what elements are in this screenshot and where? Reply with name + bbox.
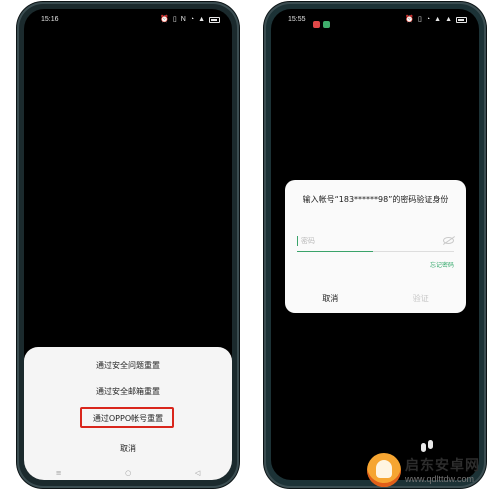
status-time: 15:16 (41, 16, 59, 23)
reset-by-security-email[interactable]: 通过安全邮箱重置 (24, 386, 232, 397)
red-app-notification-icon (313, 21, 320, 28)
alarm-icon: ⏰ (405, 16, 415, 23)
status-bar: 15:16 ⏰ ▯ N ◔ ▲ (24, 9, 232, 31)
reset-by-security-question[interactable]: 通过安全问题重置 (24, 360, 232, 371)
status-icons: ⏰ ▯ N ◔ ▲ (160, 9, 220, 31)
status-time: 15:55 (288, 16, 306, 23)
password-placeholder: 密码 (301, 237, 315, 245)
status-icons: ⏰ ▯ ◔ ▲ ▲ (405, 9, 467, 31)
watermark: 启东安卓网 www.qdlttdw.com (367, 451, 499, 491)
forgot-password-link[interactable]: 忘记密码 (430, 260, 454, 269)
vibrate-icon: ▯ (418, 16, 422, 23)
right-phone-screen: 15:55 ⏰ ▯ ◔ ▲ ▲ 输入帐号“183******98”的密码验证身份… (271, 9, 479, 480)
battery-icon (456, 17, 467, 23)
signal-icon-2: ▲ (445, 16, 452, 23)
home-icon[interactable]: ○ (125, 469, 131, 477)
notification-icons (313, 16, 333, 38)
signal-icon: ▲ (198, 16, 205, 23)
reset-options-sheet: 通过安全问题重置 通过安全邮箱重置 通过OPPO帐号重置 取消 ≡ ○ ◁ (24, 347, 232, 480)
back-icon[interactable]: ◁ (195, 469, 200, 477)
green-app-notification-icon (323, 21, 330, 28)
watermark-logo-icon (367, 453, 401, 487)
alarm-icon: ⏰ (160, 16, 169, 23)
wifi-icon: ◔ (425, 16, 431, 23)
dialog-title: 输入帐号“183******98”的密码验证身份 (302, 195, 449, 204)
watermark-url: www.qdlttdw.com (405, 474, 475, 484)
password-input[interactable]: 密码 (297, 235, 454, 249)
text-cursor (297, 236, 298, 246)
signal-icon: ▲ (434, 16, 442, 23)
menu-icon[interactable]: ≡ (56, 469, 62, 477)
dialog-verify-button[interactable]: 验证 (376, 293, 467, 304)
nfc-icon: N (180, 16, 186, 23)
hidden-eye-icon[interactable] (443, 237, 454, 244)
sheet-cancel-button[interactable]: 取消 (24, 443, 232, 454)
reset-by-oppo-account[interactable]: 通过OPPO帐号重置 (24, 413, 232, 424)
vibrate-icon: ▯ (172, 16, 177, 23)
left-phone-frame: 15:16 ⏰ ▯ N ◔ ▲ 通过安全问题重置 通过安全邮箱重置 通过OPPO… (17, 2, 239, 488)
watermark-name: 启东安卓网 (405, 458, 480, 474)
verify-identity-dialog: 输入帐号“183******98”的密码验证身份 密码 忘记密码 取消 验证 (285, 180, 466, 313)
status-bar: 15:55 ⏰ ▯ ◔ ▲ ▲ (271, 9, 479, 31)
battery-icon (209, 17, 220, 23)
dialog-cancel-button[interactable]: 取消 (285, 293, 376, 304)
wifi-icon: ◔ (189, 16, 195, 23)
left-phone-screen: 15:16 ⏰ ▯ N ◔ ▲ 通过安全问题重置 通过安全邮箱重置 通过OPPO… (24, 9, 232, 480)
right-phone-frame: 15:55 ⏰ ▯ ◔ ▲ ▲ 输入帐号“183******98”的密码验证身份… (264, 2, 486, 488)
navigation-bar: ≡ ○ ◁ (24, 466, 232, 480)
input-underline-active (297, 251, 373, 252)
